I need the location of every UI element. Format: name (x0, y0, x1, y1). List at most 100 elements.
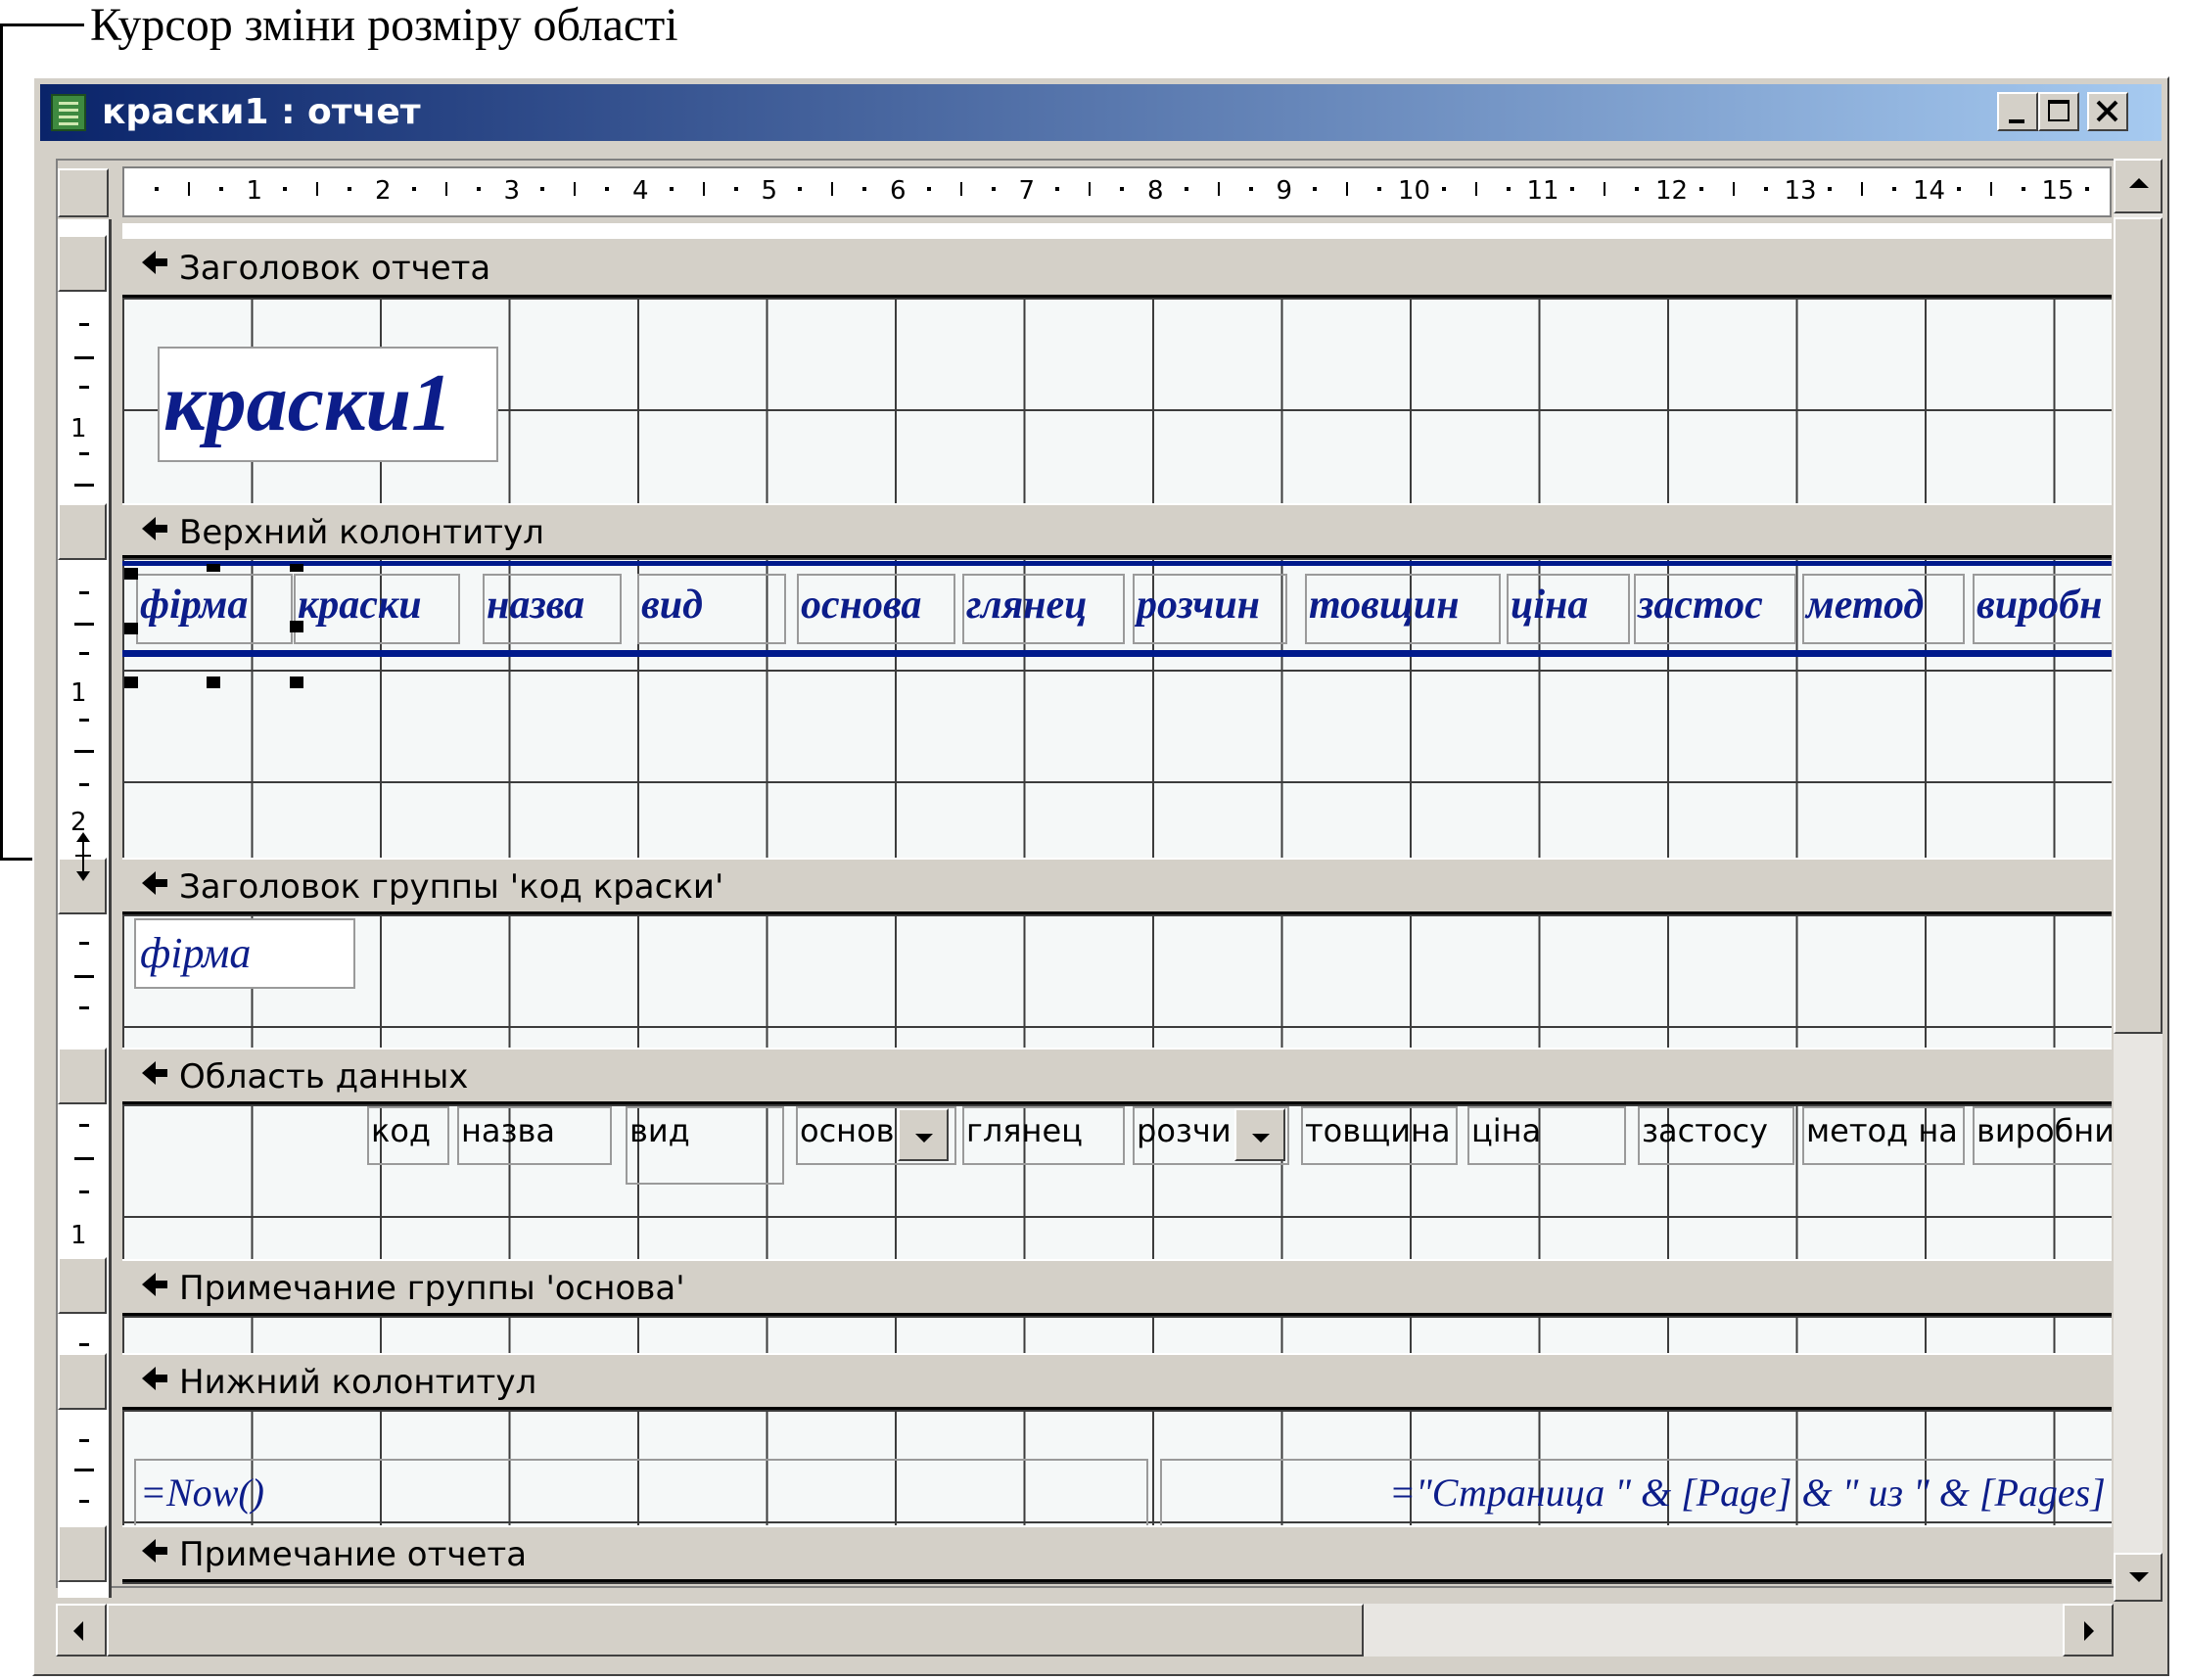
header-label-vid[interactable]: вид (637, 574, 786, 644)
ruler-tick (1217, 182, 1220, 196)
selection-handle[interactable] (290, 564, 303, 572)
section-bar-report-header[interactable]: Заголовок отчета (122, 237, 2112, 298)
combo-dropdown-button[interactable] (1234, 1108, 1285, 1161)
ruler-dot (540, 187, 545, 191)
detail-field-zastosuvannya[interactable]: застосу (1638, 1106, 1794, 1165)
section-selector-group-footer[interactable] (58, 1257, 107, 1314)
section-title: Область данных (179, 1057, 469, 1097)
section-title: Примечание отчета (179, 1535, 528, 1574)
header-label-nazva[interactable]: назва (483, 574, 622, 644)
vruler-label: 1 (70, 1221, 87, 1250)
ruler-dot (1828, 187, 1833, 191)
horizontal-ruler[interactable]: 1 2 3 4 5 6 7 8 9 10 11 12 13 14 15 (122, 166, 2112, 217)
arrow-left-icon (73, 1621, 83, 1641)
section-selector-page-footer[interactable] (58, 1353, 107, 1410)
ruler-tick (831, 182, 834, 196)
callout-line-vertical (0, 23, 3, 860)
scroll-right-button[interactable] (2063, 1604, 2114, 1657)
header-label-zastosuvannya[interactable]: застос (1634, 574, 1796, 644)
detail-field-kod[interactable]: код (367, 1106, 449, 1165)
scroll-down-button[interactable] (2114, 1553, 2163, 1602)
scroll-up-button[interactable] (2114, 159, 2163, 213)
horizontal-scroll-thumb[interactable] (107, 1604, 1364, 1657)
group-header-area[interactable] (122, 914, 2112, 1048)
ruler-dot (1506, 187, 1511, 191)
callout-line-top (0, 23, 84, 26)
ruler-dot (1248, 187, 1253, 191)
section-selector-detail[interactable] (58, 1048, 107, 1104)
detail-field-tovshchina[interactable]: товщина (1301, 1106, 1458, 1165)
vertical-scroll-thumb[interactable] (2114, 217, 2163, 1034)
section-selector-report-header[interactable] (58, 235, 107, 292)
detail-field-nazva[interactable]: назва (457, 1106, 612, 1165)
section-bar-report-footer[interactable]: Примечание отчета (122, 1525, 2112, 1582)
section-title: Заголовок отчета (179, 249, 491, 288)
report-title-label[interactable]: краски1 (158, 347, 498, 462)
section-arrow-icon (142, 517, 167, 540)
header-label-virobnik[interactable]: виробн (1973, 574, 2112, 644)
header-label-firma[interactable]: фірма (136, 574, 293, 644)
ruler-dot (348, 187, 352, 191)
ruler-tick (1474, 182, 1477, 196)
ruler-dot (154, 187, 159, 191)
group-footer-area[interactable] (122, 1316, 2112, 1353)
header-label-tsina[interactable]: ціна (1507, 574, 1630, 644)
header-label-osnova[interactable]: основа (797, 574, 955, 644)
chevron-down-icon (915, 1134, 933, 1143)
header-label-glyanets[interactable]: глянец (962, 574, 1125, 644)
ruler-number: 10 (1398, 176, 1431, 206)
maximize-button[interactable] (2038, 92, 2079, 131)
vruler-label: 1 (70, 414, 87, 443)
ruler-dot (1184, 187, 1188, 191)
section-bar-detail[interactable]: Область данных (122, 1048, 2112, 1104)
footer-field-page[interactable]: ="Страница " & [Page] & " из " & [Pages] (1160, 1459, 2112, 1529)
ruler-number: 1 (246, 176, 263, 206)
header-label-tovshchina[interactable]: товщин (1305, 574, 1501, 644)
ruler-number: 13 (1784, 176, 1817, 206)
section-bar-group-footer[interactable]: Примечание группы 'основа' (122, 1259, 2112, 1316)
ruler-dot (926, 187, 931, 191)
report-selector[interactable] (58, 168, 109, 217)
selection-handle[interactable] (290, 677, 303, 688)
report-icon[interactable] (51, 94, 86, 131)
selection-handle[interactable] (124, 568, 138, 580)
selection-handle[interactable] (207, 564, 220, 572)
group-field-firma-text: фірма (140, 929, 252, 977)
detail-field-glyanets[interactable]: глянец (962, 1106, 1125, 1165)
section-selector-report-footer[interactable] (58, 1525, 107, 1582)
group-field-firma[interactable]: фірма (134, 918, 355, 989)
header-label-kraski[interactable]: краски (294, 574, 460, 644)
scroll-left-button[interactable] (56, 1604, 107, 1657)
ruler-dot (1055, 187, 1060, 191)
footer-field-now[interactable]: =Now() (134, 1459, 1148, 1529)
size-grip (2114, 1604, 2163, 1657)
ruler-tick (1604, 182, 1606, 196)
close-button[interactable] (2087, 92, 2128, 131)
section-selector-page-header[interactable] (58, 503, 107, 560)
detail-field-vid[interactable]: вид (626, 1106, 784, 1185)
caption-text: Курсор зміни розміру області (90, 0, 678, 51)
ruler-dot (1313, 187, 1318, 191)
header-label-metod[interactable]: метод (1802, 574, 1965, 644)
resize-cursor-icon (75, 832, 91, 881)
detail-field-virobnik[interactable]: виробни (1973, 1106, 2112, 1165)
ruler-dot (1377, 187, 1382, 191)
ruler-tick (1732, 182, 1735, 196)
section-bar-page-footer[interactable]: Нижний колонтитул (122, 1353, 2112, 1410)
section-bar-page-header[interactable]: Верхний колонтитул (122, 503, 2112, 558)
section-bar-group-header[interactable]: Заголовок группы 'код краски' (122, 858, 2112, 914)
combo-dropdown-button[interactable] (898, 1108, 949, 1161)
selection-handle[interactable] (124, 677, 138, 688)
report-footer-area[interactable] (122, 1582, 2112, 1584)
ruler-dot (669, 187, 674, 191)
minimize-button[interactable] (1997, 92, 2038, 131)
ruler-dot (1570, 187, 1575, 191)
selection-handle[interactable] (124, 623, 138, 634)
detail-field-tsina[interactable]: ціна (1467, 1106, 1626, 1165)
ruler-dot (798, 187, 803, 191)
ruler-number: 6 (890, 176, 907, 206)
selection-handle[interactable] (207, 677, 220, 688)
selection-handle[interactable] (290, 621, 303, 632)
header-label-rozchin[interactable]: розчин (1133, 574, 1287, 644)
detail-field-metod[interactable]: метод на (1802, 1106, 1965, 1165)
